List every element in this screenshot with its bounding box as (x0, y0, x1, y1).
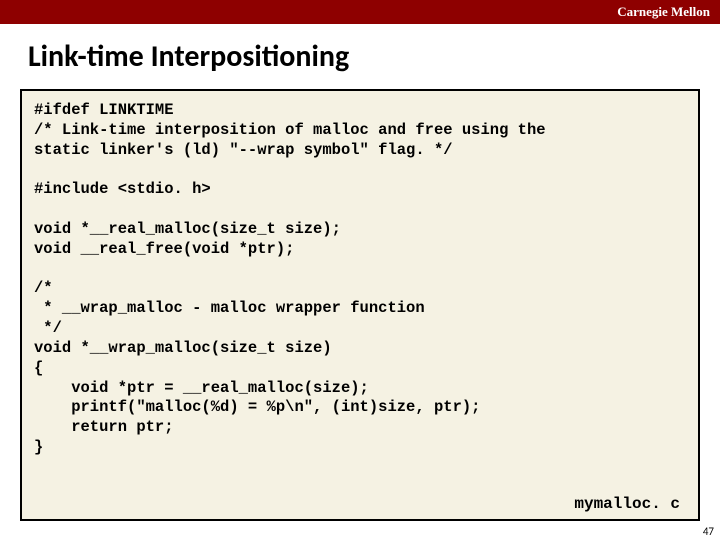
code-box: #ifdef LINKTIME /* Link-time interpositi… (20, 89, 700, 521)
header-bar: Carnegie Mellon (0, 0, 720, 24)
institution-label: Carnegie Mellon (617, 4, 710, 20)
filename-label: mymalloc. c (574, 495, 680, 513)
slide-title: Link-time Interpositioning (0, 24, 720, 89)
page-number: 47 (703, 525, 714, 538)
code-content: #ifdef LINKTIME /* Link-time interpositi… (34, 101, 686, 458)
